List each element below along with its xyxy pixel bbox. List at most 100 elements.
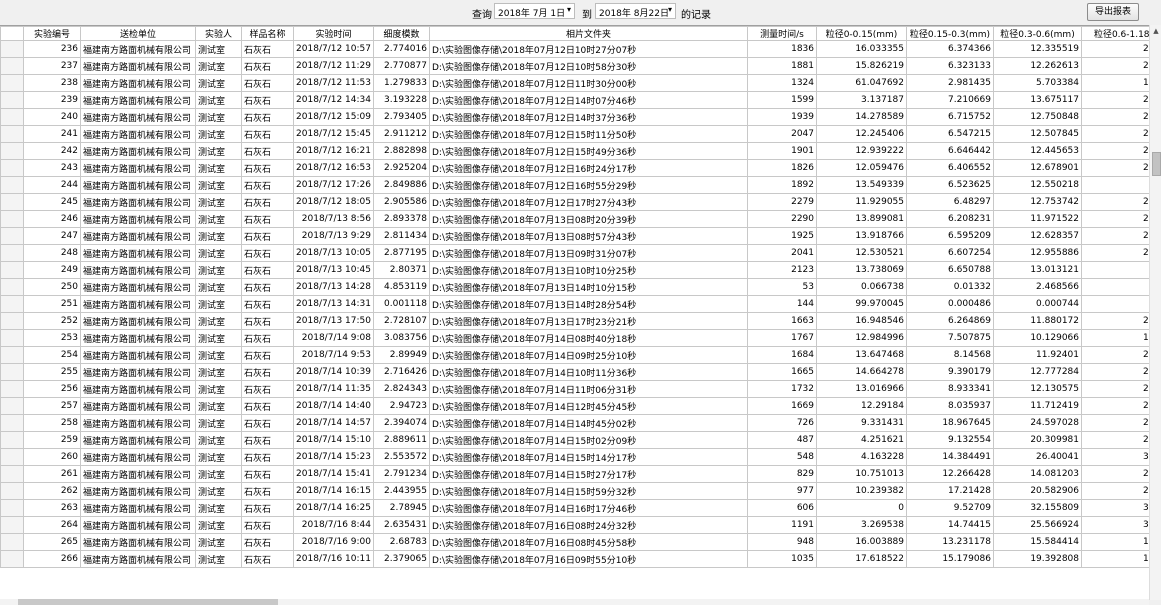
table-cell[interactable]: 福建南方路面机械有限公司 xyxy=(80,176,196,194)
table-cell[interactable]: 9.52709 xyxy=(906,499,994,517)
table-cell[interactable]: 石灰石 xyxy=(241,91,294,109)
table-cell[interactable]: 1669 xyxy=(747,397,817,415)
table-cell[interactable]: 2.78945 xyxy=(373,499,430,517)
table-cell[interactable]: 2018/7/14 9:53 xyxy=(293,346,374,364)
table-cell[interactable]: 2018/7/14 15:10 xyxy=(293,431,374,449)
table-cell[interactable]: 19.392808 xyxy=(993,550,1082,568)
table-cell[interactable]: 2018/7/16 8:44 xyxy=(293,516,374,534)
table-cell[interactable]: 12.955886 xyxy=(993,244,1082,262)
table-cell[interactable]: 5.703384 xyxy=(993,74,1082,92)
table-cell[interactable]: 1767 xyxy=(747,329,817,347)
table-cell[interactable]: 福建南方路面机械有限公司 xyxy=(80,244,196,262)
table-cell[interactable]: 测试室 xyxy=(195,533,242,551)
table-cell[interactable]: 23.1 xyxy=(1081,125,1149,143)
table-cell[interactable]: 1939 xyxy=(747,108,817,126)
table-cell[interactable]: 2.394074 xyxy=(373,414,430,432)
table-cell[interactable]: 261 xyxy=(23,465,81,483)
table-cell[interactable]: 测试室 xyxy=(195,176,242,194)
table-cell[interactable]: 2018/7/16 10:11 xyxy=(293,550,374,568)
table-cell[interactable]: 7.507875 xyxy=(906,329,994,347)
table-cell[interactable]: 2.793405 xyxy=(373,108,430,126)
table-cell[interactable]: 14.74415 xyxy=(906,516,994,534)
table-cell[interactable]: 福建南方路面机械有限公司 xyxy=(80,210,196,228)
table-cell[interactable]: 石灰石 xyxy=(241,499,294,517)
table-cell[interactable]: 测试室 xyxy=(195,482,242,500)
table-cell[interactable]: 24.2 xyxy=(1081,193,1149,211)
table-cell[interactable]: 247 xyxy=(23,227,81,245)
table-cell[interactable]: 22.2 xyxy=(1081,465,1149,483)
table-cell[interactable]: 2018/7/13 14:31 xyxy=(293,295,374,313)
table-cell[interactable]: 9.331431 xyxy=(816,414,907,432)
table-cell[interactable]: 2018/7/14 15:23 xyxy=(293,448,374,466)
table-cell[interactable]: 266 xyxy=(23,550,81,568)
table-cell[interactable]: 1663 xyxy=(747,312,817,330)
table-cell[interactable]: 22.4 xyxy=(1081,40,1149,58)
table-cell[interactable]: 236 xyxy=(23,40,81,58)
table-cell[interactable]: 6.323133 xyxy=(906,57,994,75)
table-cell[interactable]: D:\实验图像存储\2018年07月13日17时23分21秒 xyxy=(429,312,748,330)
table-cell[interactable]: 10.751013 xyxy=(816,465,907,483)
table-cell[interactable]: 福建南方路面机械有限公司 xyxy=(80,380,196,398)
table-cell[interactable]: 17.618522 xyxy=(816,550,907,568)
table-cell[interactable]: 0.0 xyxy=(1081,295,1149,313)
table-cell[interactable]: 2018/7/12 10:57 xyxy=(293,40,374,58)
table-row[interactable]: 249 福建南方路面机械有限公司 测试室 石灰石 2018/7/13 10:45 2.80… xyxy=(0,261,1149,279)
table-cell[interactable]: 2018/7/14 16:25 xyxy=(293,499,374,517)
table-cell[interactable]: 福建南方路面机械有限公司 xyxy=(80,261,196,279)
table-row[interactable]: 252 福建南方路面机械有限公司 测试室 石灰石 2018/7/13 17:50 2.72… xyxy=(0,312,1149,330)
table-cell[interactable]: 测试室 xyxy=(195,516,242,534)
table-cell[interactable]: 6.646442 xyxy=(906,142,994,160)
table-cell[interactable]: D:\实验图像存储\2018年07月14日11时06分31秒 xyxy=(429,380,748,398)
table-cell[interactable]: 6.607254 xyxy=(906,244,994,262)
table-cell[interactable]: 6.523625 xyxy=(906,176,994,194)
table-cell[interactable]: 石灰石 xyxy=(241,465,294,483)
table-cell[interactable]: 12.939222 xyxy=(816,142,907,160)
table-cell[interactable]: 239 xyxy=(23,91,81,109)
table-cell[interactable]: 2041 xyxy=(747,244,817,262)
table-cell[interactable]: 237 xyxy=(23,57,81,75)
table-cell[interactable]: 福建南方路面机械有限公司 xyxy=(80,91,196,109)
table-cell[interactable]: 144 xyxy=(747,295,817,313)
table-cell[interactable]: 2.893378 xyxy=(373,210,430,228)
table-cell[interactable]: 测试室 xyxy=(195,431,242,449)
table-cell[interactable]: 11.929055 xyxy=(816,193,907,211)
table-cell[interactable]: 241 xyxy=(23,125,81,143)
row-selector[interactable] xyxy=(0,312,24,330)
table-cell[interactable]: 1826 xyxy=(747,159,817,177)
table-cell[interactable]: 2.468566 xyxy=(993,278,1082,296)
table-cell[interactable]: 福建南方路面机械有限公司 xyxy=(80,448,196,466)
table-cell[interactable]: 2.635431 xyxy=(373,516,430,534)
table-cell[interactable]: 17.21428 xyxy=(906,482,994,500)
row-selector[interactable] xyxy=(0,125,24,143)
table-row[interactable]: 263 福建南方路面机械有限公司 测试室 石灰石 2018/7/14 16:25 2.78… xyxy=(0,499,1149,517)
table-cell[interactable]: 测试室 xyxy=(195,380,242,398)
table-cell[interactable]: 石灰石 xyxy=(241,261,294,279)
table-cell[interactable]: 15.584414 xyxy=(993,533,1082,551)
table-cell[interactable]: 福建南方路面机械有限公司 xyxy=(80,499,196,517)
table-cell[interactable]: 9.132554 xyxy=(906,431,994,449)
table-cell[interactable]: 16.948546 xyxy=(816,312,907,330)
table-cell[interactable]: 12.550218 xyxy=(993,176,1082,194)
table-cell[interactable]: 测试室 xyxy=(195,363,242,381)
export-report-button[interactable]: 导出报表 xyxy=(1087,3,1139,21)
table-cell[interactable]: 262 xyxy=(23,482,81,500)
table-cell[interactable]: 石灰石 xyxy=(241,125,294,143)
table-cell[interactable]: 测试室 xyxy=(195,499,242,517)
table-cell[interactable]: 2018/7/13 10:45 xyxy=(293,261,374,279)
table-cell[interactable]: 石灰石 xyxy=(241,244,294,262)
table-cell[interactable]: 石灰石 xyxy=(241,431,294,449)
table-cell[interactable]: 10.129066 xyxy=(993,329,1082,347)
table-cell[interactable]: 福建南方路面机械有限公司 xyxy=(80,295,196,313)
table-cell[interactable]: 1665 xyxy=(747,363,817,381)
table-cell[interactable]: 2018/7/12 18:05 xyxy=(293,193,374,211)
table-cell[interactable]: 福建南方路面机械有限公司 xyxy=(80,227,196,245)
table-cell[interactable]: 29.6 xyxy=(1081,431,1149,449)
table-cell[interactable]: 10.5 xyxy=(1081,74,1149,92)
table-cell[interactable]: D:\实验图像存储\2018年07月13日14时28分54秒 xyxy=(429,295,748,313)
table-cell[interactable]: 3.9 xyxy=(1081,278,1149,296)
table-cell[interactable]: 11.92401 xyxy=(993,346,1082,364)
table-row[interactable]: 254 福建南方路面机械有限公司 测试室 石灰石 2018/7/14 9:53 2.899… xyxy=(0,346,1149,364)
table-row[interactable]: 239 福建南方路面机械有限公司 测试室 石灰石 2018/7/12 14:34 3.19… xyxy=(0,91,1149,109)
table-cell[interactable]: 测试室 xyxy=(195,278,242,296)
table-cell[interactable]: 2.889611 xyxy=(373,431,430,449)
